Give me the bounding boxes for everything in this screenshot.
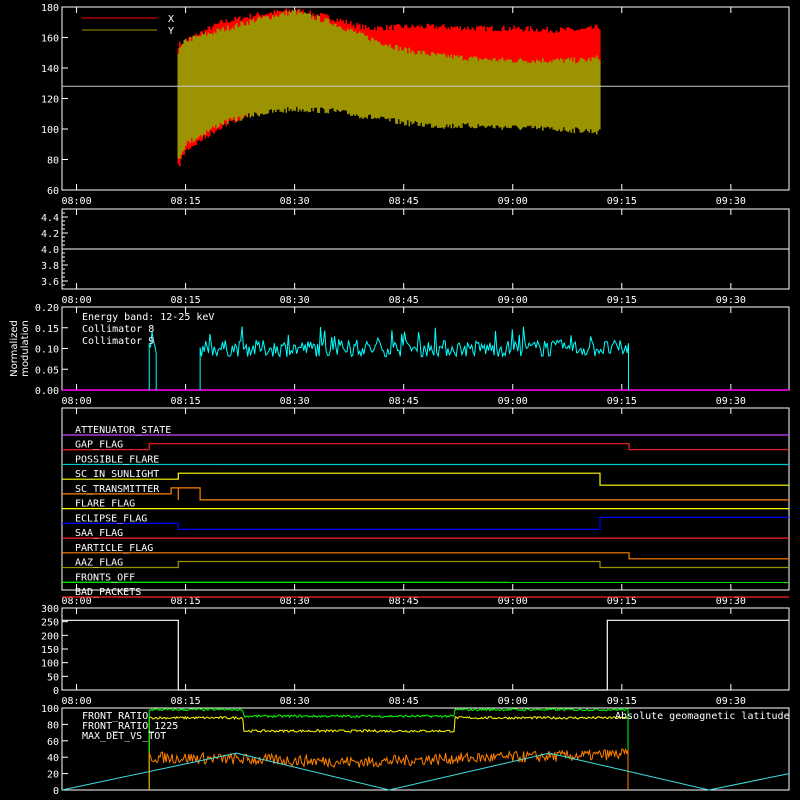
y-tick-label: 140 [41, 64, 59, 75]
y-tick-label: 180 [41, 3, 59, 14]
y-tick-label: 160 [41, 34, 59, 45]
energy-band-annotation: Energy band: 12-25 keV [82, 312, 214, 323]
y-tick-label: 250 [41, 618, 59, 629]
x-tick-label: 08:30 [280, 396, 310, 407]
x-tick-label: 08:15 [171, 295, 201, 306]
flag-label-eclipse-flag: ECLIPSE_FLAG [75, 513, 147, 524]
x-tick-label: 09:00 [498, 596, 528, 607]
x-tick-label: 08:30 [280, 596, 310, 607]
y-tick-label: 0.10 [35, 345, 59, 356]
x-tick-label: 09:30 [716, 396, 746, 407]
x-tick-label: 08:00 [61, 295, 91, 306]
x-tick-label: 08:15 [171, 696, 201, 707]
legend-geomagnetic-latitude: Absolute geomagnetic latitude [615, 711, 790, 722]
y-tick-label: 80 [47, 156, 59, 167]
y-tick-label: 200 [41, 631, 59, 642]
x-tick-label: 09:15 [607, 596, 637, 607]
legend-collimator-9: Collimator 9 [82, 336, 154, 347]
x-tick-label: 08:45 [389, 596, 419, 607]
x-tick-label: 09:30 [716, 696, 746, 707]
flag-label-aaz-flag: AAZ_FLAG [75, 558, 123, 569]
y-tick-label: 100 [41, 659, 59, 670]
quicklook-chart-svg: 08:00 08:15 08:30 08:45 09:00 09:15 09:30 60 80 1… [9, 3, 790, 797]
quality-trace [62, 619, 789, 691]
x-tick-label: 08:15 [171, 596, 201, 607]
y-axis-label-line1: Normalized [9, 320, 20, 377]
flag-label-flare-flag: FLARE_FLAG [75, 499, 135, 510]
x-tick-label: 08:30 [280, 295, 310, 306]
y-tick-label: 50 [47, 672, 59, 683]
flag-line-gap-flag [61, 443, 789, 451]
y-tick-label: 0 [53, 786, 59, 797]
x-tick-label: 08:45 [389, 696, 419, 707]
x-tick-label: 09:30 [716, 295, 746, 306]
x-tick-label: 09:15 [607, 396, 637, 407]
x-tick-label: 09:15 [607, 295, 637, 306]
flag-label-gap-flag: GAP_FLAG [75, 440, 123, 451]
series-front-ratio [148, 715, 629, 790]
x-tick-label: 09:00 [498, 196, 528, 207]
y-tick-label: 3.6 [41, 277, 59, 288]
flag-label-sc-transmitter: SC_TRANSMITTER [75, 484, 160, 495]
x-tick-label: 08:45 [389, 396, 419, 407]
y-tick-label: 100 [41, 125, 59, 136]
y-tick-label: 60 [47, 737, 59, 748]
flag-label-saa-flag: SAA_FLAG [75, 528, 123, 539]
x-tick-label: 09:00 [498, 396, 528, 407]
y-tick-label: 20 [47, 770, 59, 781]
y-tick-label: 40 [47, 753, 59, 764]
y-tick-label: 0.00 [35, 386, 59, 397]
y-tick-label: 4.2 [41, 229, 59, 240]
x-tick-label: 08:30 [280, 696, 310, 707]
flag-label-particle-flag: PARTICLE_FLAG [75, 543, 153, 554]
y-tick-label: 60 [47, 186, 59, 197]
x-tick-label: 08:15 [171, 396, 201, 407]
y-axis-label-line2: modulation [20, 320, 31, 377]
y-tick-label: 0.20 [35, 303, 59, 314]
legend-label-x: X [168, 14, 174, 25]
flag-line-aaz-flag [61, 560, 789, 569]
flag-label-possible-flare: POSSIBLE_FLARE [75, 454, 159, 465]
x-tick-label: 08:00 [61, 396, 91, 407]
y-tick-label: 0.15 [35, 324, 59, 335]
flag-label-fronts-off: FRONTS_OFF [75, 572, 135, 583]
x-tick-label: 08:30 [280, 196, 310, 207]
x-tick-label: 08:00 [61, 196, 91, 207]
y-tick-label: 4.0 [41, 245, 59, 256]
legend-collimator-8: Collimator 8 [82, 324, 154, 335]
series-front-ratio-1225 [148, 707, 629, 790]
y-tick-label: 120 [41, 95, 59, 106]
x-tick-label: 08:45 [389, 196, 419, 207]
y-tick-label: 100 [41, 704, 59, 715]
x-tick-label: 08:00 [61, 696, 91, 707]
flag-line-eclipse-flag [61, 516, 789, 530]
flag-label-attenuator-state: ATTENUATOR_STATE [75, 425, 171, 436]
collimator-8-trace [199, 326, 629, 390]
x-tick-label: 08:45 [389, 295, 419, 306]
x-tick-label: 08:15 [171, 196, 201, 207]
y-tick-label: 0 [53, 686, 59, 697]
y-tick-label: 4.4 [41, 213, 59, 224]
x-tick-label: 09:00 [498, 696, 528, 707]
x-tick-label: 09:15 [607, 696, 637, 707]
x-tick-label: 09:15 [607, 196, 637, 207]
y-tick-label: 0.05 [35, 365, 59, 376]
y-tick-label: 150 [41, 645, 59, 656]
legend-max-det-vs-tot: MAX_DET_VS_TOT [82, 731, 166, 742]
flag-line-sc-transmitter [61, 487, 789, 501]
flag-label-sc-in-sunlight: SC_IN_SUNLIGHT [75, 469, 159, 480]
x-tick-label: 09:30 [716, 596, 746, 607]
y-tick-label: 300 [41, 604, 59, 615]
legend-label-y: Y [168, 26, 174, 37]
flag-line-sc-in-sunlight [61, 472, 789, 486]
y-tick-label: 80 [47, 720, 59, 731]
y-tick-label: 3.8 [41, 261, 59, 272]
x-tick-label: 09:00 [498, 295, 528, 306]
flag-line-particle-flag [61, 552, 789, 560]
rhessi-quicklook-figure: 08:00 08:15 08:30 08:45 09:00 09:15 09:30 60 80 1… [0, 0, 800, 800]
x-tick-label: 09:30 [716, 196, 746, 207]
flag-label-bad-packets: BAD_PACKETS [75, 587, 141, 598]
